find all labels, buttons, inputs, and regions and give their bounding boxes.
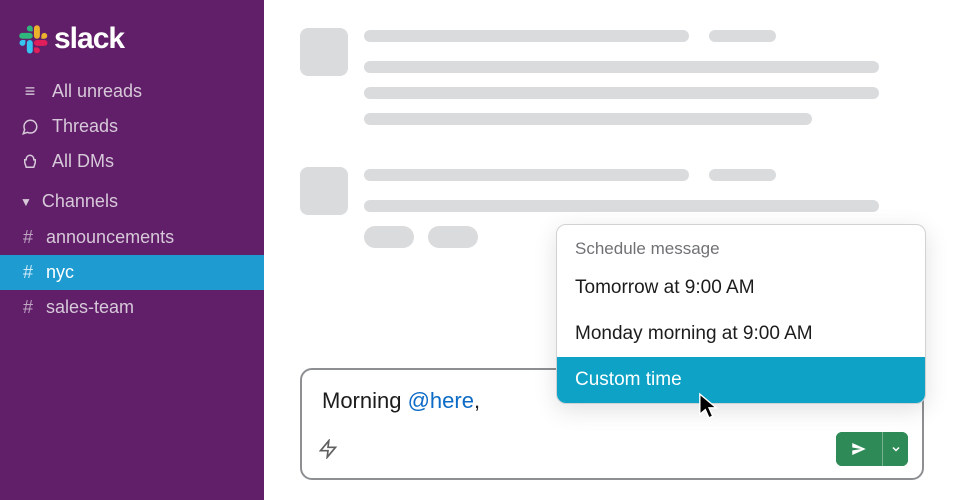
hash-icon: # [20, 297, 36, 318]
message-row [300, 28, 924, 139]
schedule-option-custom[interactable]: Custom time [557, 357, 925, 403]
placeholder-line [364, 61, 879, 73]
channel-label: nyc [46, 262, 74, 283]
composer-text-suffix: , [474, 388, 480, 413]
channels-section-header[interactable]: ▼ Channels [0, 179, 264, 220]
nav-all-dms[interactable]: All DMs [0, 144, 264, 179]
placeholder-line [709, 30, 776, 42]
channel-sales-team[interactable]: # sales-team [0, 290, 264, 325]
message-body [364, 28, 924, 139]
avatar [300, 28, 348, 76]
placeholder-line [709, 169, 776, 181]
shortcuts-button[interactable] [316, 437, 340, 461]
avatar [300, 167, 348, 215]
slack-app: slack ≡ All unreads Threads All DMs ▼ Ch… [0, 0, 960, 500]
nav-label: All unreads [52, 81, 142, 102]
hash-icon: # [20, 227, 36, 248]
placeholder-line [364, 169, 689, 181]
channels-header-label: Channels [42, 191, 118, 212]
message-pane: Morning @here, Schedule message Tomorr [264, 0, 960, 500]
mention: @here [408, 388, 474, 413]
send-button[interactable] [836, 432, 882, 466]
chevron-down-icon [890, 443, 902, 455]
hash-icon: # [20, 262, 36, 283]
send-icon [850, 440, 868, 458]
send-button-group [836, 432, 908, 466]
threads-icon [20, 118, 40, 136]
nav-label: Threads [52, 116, 118, 137]
placeholder-line [364, 30, 689, 42]
placeholder-line [364, 87, 879, 99]
nav-label: All DMs [52, 151, 114, 172]
slack-icon [18, 24, 48, 54]
slack-logo: slack [0, 14, 264, 74]
dms-icon [20, 153, 40, 171]
schedule-option-monday[interactable]: Monday morning at 9:00 AM [557, 311, 925, 357]
reaction-pill [428, 226, 478, 248]
composer-text-prefix: Morning [322, 388, 408, 413]
schedule-option-tomorrow[interactable]: Tomorrow at 9:00 AM [557, 265, 925, 311]
schedule-message-popover: Schedule message Tomorrow at 9:00 AM Mon… [556, 224, 926, 404]
reaction-pill [364, 226, 414, 248]
list-icon: ≡ [20, 81, 40, 102]
placeholder-line [364, 200, 879, 212]
nav-all-unreads[interactable]: ≡ All unreads [0, 74, 264, 109]
nav-threads[interactable]: Threads [0, 109, 264, 144]
caret-down-icon: ▼ [20, 195, 32, 209]
channel-label: announcements [46, 227, 174, 248]
brand-name: slack [54, 22, 124, 56]
lightning-icon [318, 439, 338, 459]
composer-toolbar [302, 424, 922, 478]
placeholder-line [364, 113, 812, 125]
channel-nyc[interactable]: # nyc [0, 255, 264, 290]
sidebar: slack ≡ All unreads Threads All DMs ▼ Ch… [0, 0, 264, 500]
channel-announcements[interactable]: # announcements [0, 220, 264, 255]
popover-title: Schedule message [557, 225, 925, 265]
channel-label: sales-team [46, 297, 134, 318]
send-options-button[interactable] [882, 432, 908, 466]
